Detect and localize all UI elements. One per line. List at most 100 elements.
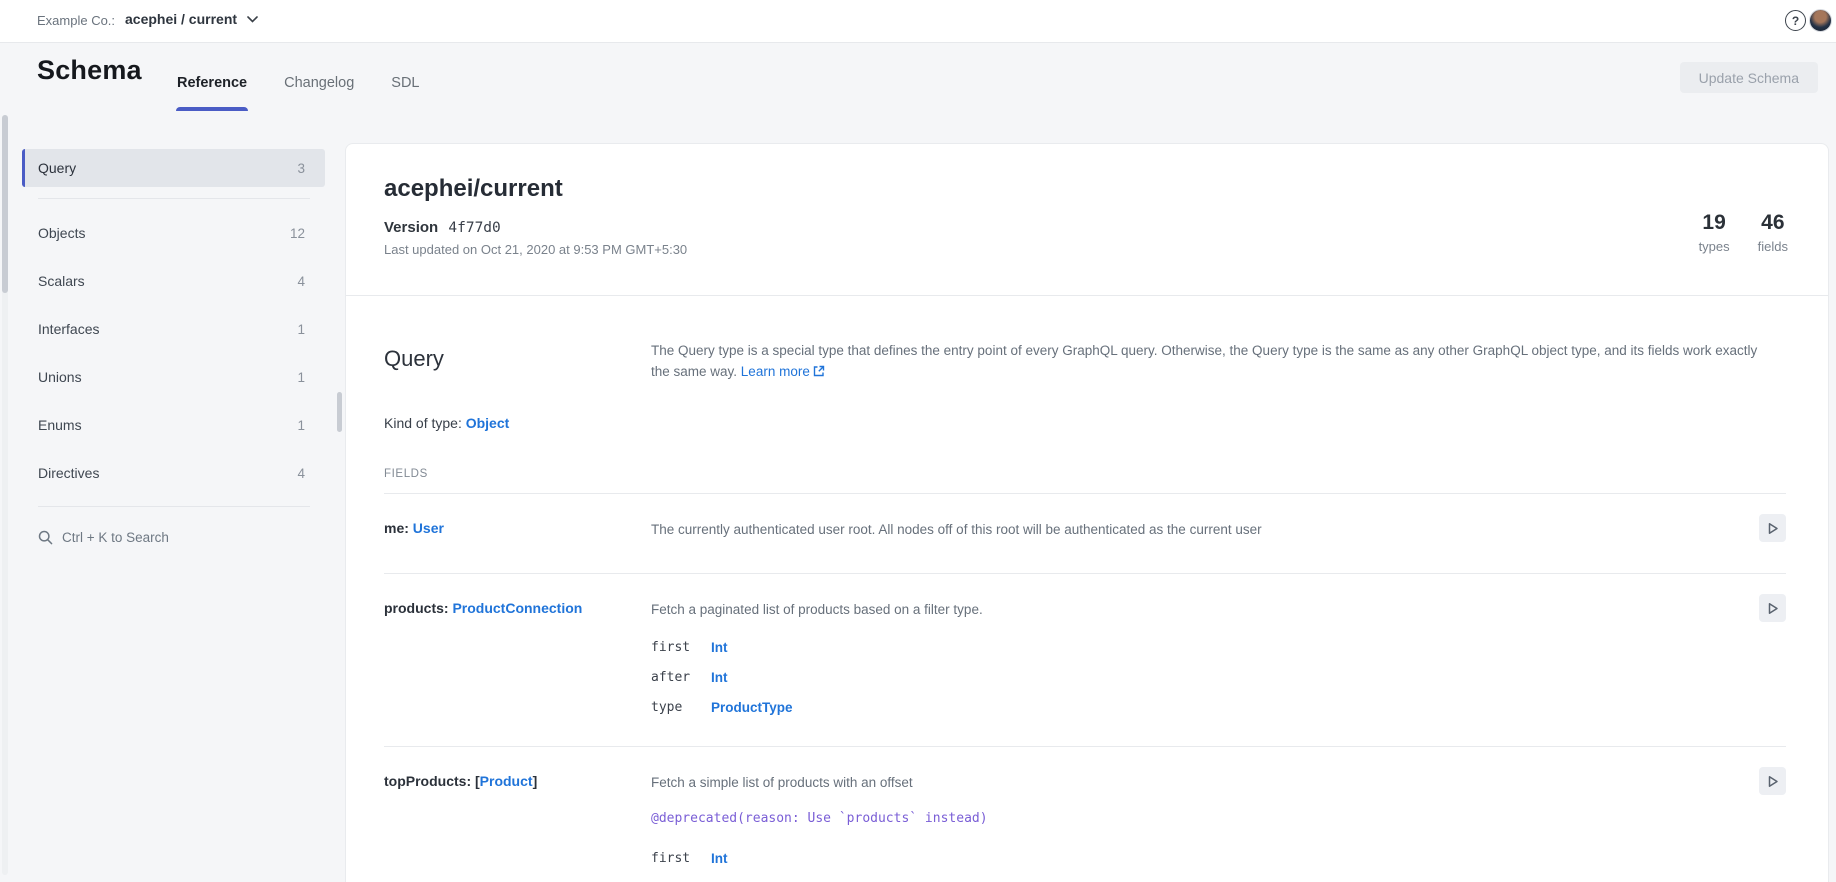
sidebar-item-label: Directives <box>38 465 99 481</box>
sidebar-scrollbar-thumb[interactable] <box>2 115 8 293</box>
sidebar-item-objects[interactable]: Objects 12 <box>22 209 325 257</box>
page-title: Schema <box>37 55 142 86</box>
sidebar-item-unions[interactable]: Unions 1 <box>22 353 325 401</box>
field-type-link[interactable]: ProductConnection <box>452 600 582 616</box>
stat-value: 46 <box>1758 211 1788 235</box>
fields-section-label: FIELDS <box>384 468 1786 494</box>
arg-type-link[interactable]: Int <box>711 851 728 866</box>
schema-stat: 46 fields <box>1758 211 1788 254</box>
sidebar-scrollbar[interactable] <box>2 115 8 875</box>
schema-stat: 19 types <box>1699 211 1730 254</box>
tab-changelog[interactable]: Changelog <box>284 75 354 111</box>
run-in-explorer-button[interactable] <box>1759 767 1786 795</box>
version-label: Version <box>384 219 438 236</box>
sidebar-item-count: 4 <box>297 466 305 481</box>
field-args: first Int <box>651 843 1706 873</box>
field-name-cell: me: User <box>384 518 651 549</box>
stat-label: types <box>1699 239 1730 254</box>
page-header: Schema Reference Changelog SDL Update Sche… <box>0 43 1836 115</box>
field-name: products: <box>384 600 452 616</box>
run-in-explorer-button[interactable] <box>1759 594 1786 622</box>
kind-label: Kind of type: <box>384 415 466 431</box>
content-scrollbar-thumb[interactable] <box>337 392 342 432</box>
play-icon <box>1767 522 1779 535</box>
avatar[interactable] <box>1809 9 1832 32</box>
tab-bar: Reference Changelog SDL <box>177 75 420 111</box>
kind-of-type-row: Kind of type: Object <box>346 382 1828 431</box>
field-detail-cell: Fetch a paginated list of products based… <box>651 598 1786 722</box>
field-row: topProducts: [Product] Fetch a simple li… <box>384 747 1786 882</box>
sidebar-item-scalars[interactable]: Scalars 4 <box>22 257 325 305</box>
version-hash: 4f77d0 <box>448 220 500 236</box>
field-type-link[interactable]: User <box>413 520 444 536</box>
field-deprecated-annotation: @deprecated(reason: Use `products` inste… <box>651 805 1706 831</box>
sidebar-item-label: Query <box>38 160 76 176</box>
sidebar-item-query[interactable]: Query 3 <box>22 149 325 187</box>
stat-label: fields <box>1758 239 1788 254</box>
field-args: first Int after Int type ProductType <box>651 632 1706 722</box>
field-type-suffix: ] <box>533 773 538 789</box>
sidebar-item-label: Interfaces <box>38 321 99 337</box>
type-name-heading: Query <box>384 346 651 382</box>
sidebar-item-count: 3 <box>297 161 305 176</box>
play-icon <box>1767 775 1779 788</box>
sidebar-item-label: Scalars <box>38 273 85 289</box>
sidebar-item-count: 1 <box>297 322 305 337</box>
run-in-explorer-button[interactable] <box>1759 514 1786 542</box>
arg-name: first <box>651 851 711 866</box>
arg-type-link[interactable]: Int <box>711 640 728 655</box>
sidebar-item-directives[interactable]: Directives 4 <box>22 449 325 497</box>
schema-reference-card: acephei/current Version 4f77d0 Last upda… <box>345 143 1829 882</box>
field-description: The currently authenticated user root. A… <box>651 518 1706 540</box>
field-name: me: <box>384 520 413 536</box>
field-description: Fetch a paginated list of products based… <box>651 598 1706 620</box>
arg-name: first <box>651 640 711 655</box>
arg-name: after <box>651 670 711 685</box>
external-link-icon <box>813 365 825 377</box>
schema-sidebar: Query 3 Objects 12 Scalars 4 Interfaces … <box>22 149 325 545</box>
tab-reference[interactable]: Reference <box>177 75 247 111</box>
graph-picker-dropdown[interactable]: acephei / current <box>125 11 258 27</box>
top-bar: Example Co.: acephei / current ? <box>0 0 1836 43</box>
graph-picker-label: acephei / current <box>125 11 237 27</box>
tab-label: Reference <box>177 75 247 91</box>
field-arg-row: first Int <box>651 843 1706 873</box>
sidebar-item-enums[interactable]: Enums 1 <box>22 401 325 449</box>
update-schema-button[interactable]: Update Schema <box>1680 62 1818 93</box>
graph-title: acephei/current <box>384 175 1786 203</box>
search-icon <box>38 530 53 545</box>
type-section-header: Query The Query type is a special type t… <box>346 296 1828 382</box>
tab-sdl[interactable]: SDL <box>391 75 419 111</box>
field-name: topProducts: <box>384 773 475 789</box>
field-name-cell: topProducts: [Product] <box>384 771 651 873</box>
learn-more-link[interactable]: Learn more <box>741 364 810 379</box>
sidebar-item-interfaces[interactable]: Interfaces 1 <box>22 305 325 353</box>
arg-type-link[interactable]: Int <box>711 670 728 685</box>
field-type-link[interactable]: Product <box>480 773 533 789</box>
kind-value-link[interactable]: Object <box>466 415 510 431</box>
sidebar-item-count: 1 <box>297 418 305 433</box>
arg-type-link[interactable]: ProductType <box>711 700 793 715</box>
field-row: products: ProductConnection Fetch a pagi… <box>384 574 1786 747</box>
sidebar-item-count: 12 <box>290 226 305 241</box>
field-arg-row: type ProductType <box>651 692 1706 722</box>
field-description: Fetch a simple list of products with an … <box>651 771 1706 793</box>
tab-label: SDL <box>391 75 419 91</box>
field-name-cell: products: ProductConnection <box>384 598 651 722</box>
sidebar-item-count: 4 <box>297 274 305 289</box>
type-description: The Query type is a special type that de… <box>651 340 1761 382</box>
fields-list: me: User The currently authenticated use… <box>346 494 1828 882</box>
sidebar-type-list: Query 3 Objects 12 Scalars 4 Interfaces … <box>22 149 325 497</box>
field-detail-cell: Fetch a simple list of products with an … <box>651 771 1786 873</box>
play-icon <box>1767 602 1779 615</box>
sidebar-item-label: Enums <box>38 417 82 433</box>
field-arg-row: after Int <box>651 662 1706 692</box>
search-hint-label: Ctrl + K to Search <box>62 530 169 545</box>
help-icon[interactable]: ? <box>1785 10 1806 31</box>
sidebar-item-count: 1 <box>297 370 305 385</box>
sidebar-item-label: Unions <box>38 369 82 385</box>
last-updated-text: Last updated on Oct 21, 2020 at 9:53 PM … <box>384 242 1786 257</box>
graph-summary-header: acephei/current Version 4f77d0 Last upda… <box>346 144 1828 296</box>
sidebar-divider <box>38 198 310 199</box>
schema-search[interactable]: Ctrl + K to Search <box>38 530 325 545</box>
